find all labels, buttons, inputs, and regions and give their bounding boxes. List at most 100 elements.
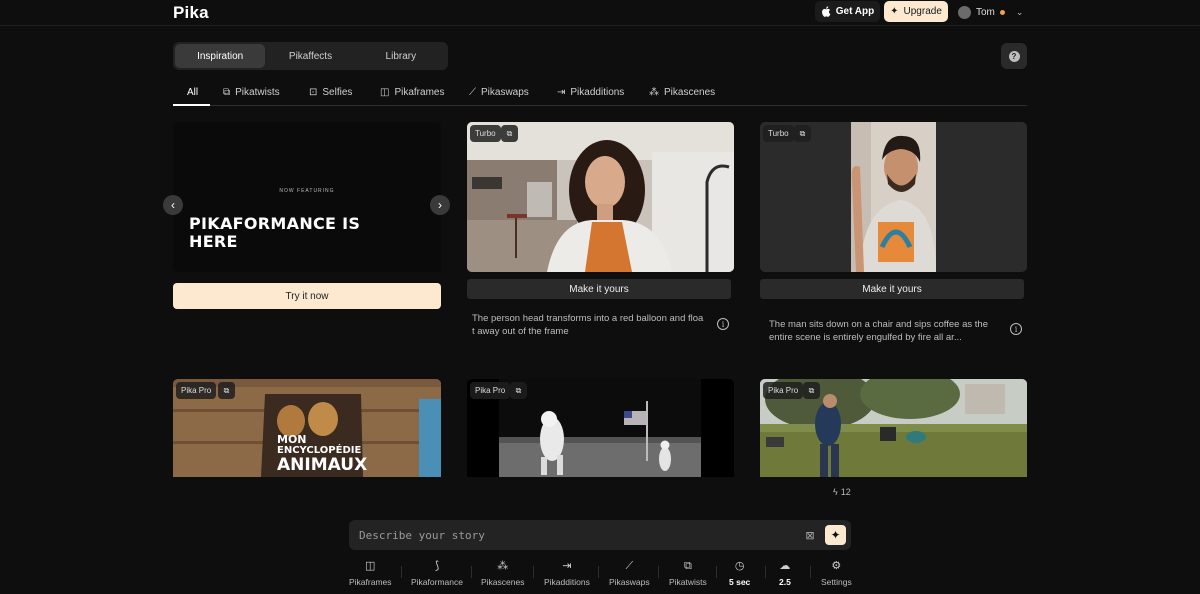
category-pikascenes[interactable]: ⁂ Pikascenes bbox=[649, 87, 715, 98]
make-it-yours-button[interactable]: Make it yours bbox=[467, 279, 731, 299]
make-it-yours-button[interactable]: Make it yours bbox=[760, 279, 1024, 299]
tool-label: Pikascenes bbox=[481, 577, 525, 587]
main-tabs: Inspiration Pikaffects Library bbox=[173, 42, 448, 70]
twists-icon: ⧉ bbox=[218, 382, 235, 399]
tool-label: 5 sec bbox=[729, 577, 751, 587]
tool-pikaframes[interactable]: ◫ Pikaframes bbox=[349, 560, 392, 587]
tab-library[interactable]: Library bbox=[356, 44, 446, 68]
tool-label: Pikaformance bbox=[411, 577, 463, 587]
card-description: The person head transforms into a red ba… bbox=[472, 313, 704, 337]
try-it-now-button[interactable]: Try it now bbox=[173, 283, 441, 309]
tool-pikaswaps[interactable]: ⟋ Pikaswaps bbox=[609, 560, 650, 587]
model-badge: Pika Pro bbox=[176, 382, 217, 399]
swaps-icon: ⟋ bbox=[625, 560, 634, 572]
info-icon[interactable]: i bbox=[1010, 323, 1022, 335]
user-menu[interactable]: Tom ⌄ bbox=[958, 4, 1023, 20]
twists-icon: ⧉ bbox=[794, 125, 811, 142]
settings-button[interactable]: ⚙ Settings bbox=[821, 560, 852, 587]
tool-pikascenes[interactable]: ⁂ Pikascenes bbox=[481, 560, 524, 587]
model-badge: Pika Pro bbox=[470, 382, 511, 399]
category-pikadditions[interactable]: ⇥ Pikadditions bbox=[557, 87, 624, 98]
toolbar-divider bbox=[765, 566, 766, 578]
model-selector[interactable]: ☁ 2.5 bbox=[779, 560, 791, 587]
video-card-thumbnail[interactable]: MON ENCYCLOPÉDIE ANIMAUX Pika Pro ⧉ bbox=[173, 379, 441, 477]
get-app-label: Get App bbox=[835, 6, 875, 17]
frames-icon: ◫ bbox=[380, 87, 390, 98]
toolbar-divider bbox=[471, 566, 472, 578]
video-card-thumbnail[interactable]: Pika Pro ⧉ bbox=[760, 379, 1027, 477]
model-badge: Turbo bbox=[470, 125, 501, 142]
info-icon[interactable]: i bbox=[717, 318, 729, 330]
selfie-icon: ⊡ bbox=[309, 87, 318, 98]
carousel-prev-button[interactable]: ‹ bbox=[163, 195, 183, 215]
model-badge: Turbo bbox=[763, 125, 794, 142]
twists-icon: ⧉ bbox=[501, 125, 518, 142]
video-card-thumbnail[interactable]: Turbo ⧉ bbox=[760, 122, 1027, 272]
promo-title-line1: PIKAFORMANCE IS bbox=[189, 214, 361, 233]
pika-logo[interactable]: Pika bbox=[173, 3, 209, 23]
category-pikadditions-label: Pikadditions bbox=[570, 87, 625, 98]
promo-banner: NOW FEATURING PIKAFORMANCE IS HERE bbox=[173, 122, 441, 272]
twists-icon: ⧉ bbox=[803, 382, 820, 399]
chevron-left-icon: ‹ bbox=[171, 198, 175, 212]
generate-button[interactable]: ✦ bbox=[825, 525, 846, 545]
upgrade-button[interactable]: ✦ Upgrade bbox=[884, 1, 948, 22]
twists-icon: ⧉ bbox=[510, 382, 527, 399]
category-pikaframes-label: Pikaframes bbox=[394, 87, 445, 98]
book-title: MON ENCYCLOPÉDIE ANIMAUX bbox=[277, 434, 367, 474]
toolbar-divider bbox=[716, 566, 717, 578]
sparkle-icon: ✦ bbox=[830, 528, 841, 542]
toolbar-divider bbox=[533, 566, 534, 578]
tool-label: Settings bbox=[821, 577, 852, 587]
additions-icon: ⇥ bbox=[562, 560, 572, 572]
prompt-bar bbox=[349, 520, 851, 550]
performance-icon: ⟆ bbox=[434, 560, 440, 572]
promo-kicker: NOW FEATURING bbox=[279, 188, 335, 194]
twists-icon: ⧉ bbox=[683, 560, 692, 572]
tool-pikatwists[interactable]: ⧉ Pikatwists bbox=[669, 560, 707, 587]
carousel-next-button[interactable]: › bbox=[430, 195, 450, 215]
category-pikascenes-label: Pikascenes bbox=[664, 87, 716, 98]
video-card-thumbnail[interactable]: Pika Pro ⧉ bbox=[467, 379, 734, 477]
book-title-line1: MON bbox=[277, 433, 307, 446]
kitchen-video-thumbnail bbox=[467, 122, 734, 272]
tool-label: Pikaframes bbox=[349, 577, 392, 587]
active-tab-indicator bbox=[173, 104, 210, 106]
category-selfies[interactable]: ⊡ Selfies bbox=[309, 87, 352, 98]
image-icon: ⊠ bbox=[805, 529, 815, 542]
scenes-icon: ⁂ bbox=[649, 87, 659, 98]
category-pikaswaps[interactable]: ⟋ Pikaswaps bbox=[469, 87, 529, 98]
tab-pikaffects[interactable]: Pikaffects bbox=[265, 44, 355, 68]
status-dot bbox=[999, 9, 1005, 15]
tool-label: Pikatwists bbox=[669, 577, 707, 587]
category-all-label: All bbox=[187, 87, 199, 98]
tool-pikaformance[interactable]: ⟆ Pikaformance bbox=[411, 560, 463, 587]
category-pikatwists[interactable]: ⧉ Pikatwists bbox=[223, 87, 280, 98]
lightning-icon: ϟ bbox=[833, 487, 838, 497]
tool-label: Pikadditions bbox=[544, 577, 590, 587]
promo-title-line2: HERE bbox=[189, 232, 238, 251]
category-all[interactable]: All bbox=[187, 87, 198, 98]
duration-selector[interactable]: ◷ 5 sec bbox=[729, 560, 750, 587]
frames-icon: ◫ bbox=[365, 560, 376, 572]
toolbar-divider bbox=[401, 566, 402, 578]
chevron-right-icon: › bbox=[438, 198, 442, 212]
help-button[interactable]: ? bbox=[1001, 43, 1027, 69]
get-app-button[interactable]: Get App bbox=[815, 1, 880, 22]
upgrade-label: Upgrade bbox=[903, 6, 942, 17]
tab-inspiration[interactable]: Inspiration bbox=[175, 44, 266, 68]
chevron-down-icon: ⌄ bbox=[1015, 6, 1024, 17]
category-selfies-label: Selfies bbox=[322, 87, 353, 98]
category-pikaswaps-label: Pikaswaps bbox=[481, 87, 529, 98]
category-pikaframes[interactable]: ◫ Pikaframes bbox=[380, 87, 444, 98]
tool-pikadditions[interactable]: ⇥ Pikadditions bbox=[544, 560, 590, 587]
credits-value: 12 bbox=[840, 487, 851, 497]
help-icon: ? bbox=[1008, 50, 1020, 62]
category-pikatwists-label: Pikatwists bbox=[235, 87, 280, 98]
video-card-thumbnail[interactable]: Turbo ⧉ bbox=[467, 122, 734, 272]
top-bar: Pika Get App ✦ Upgrade Tom ⌄ bbox=[0, 0, 1200, 26]
apple-icon bbox=[821, 6, 831, 17]
add-image-button[interactable]: ⊠ bbox=[802, 527, 818, 543]
prompt-input[interactable] bbox=[359, 526, 779, 544]
user-name: Tom bbox=[976, 6, 995, 18]
